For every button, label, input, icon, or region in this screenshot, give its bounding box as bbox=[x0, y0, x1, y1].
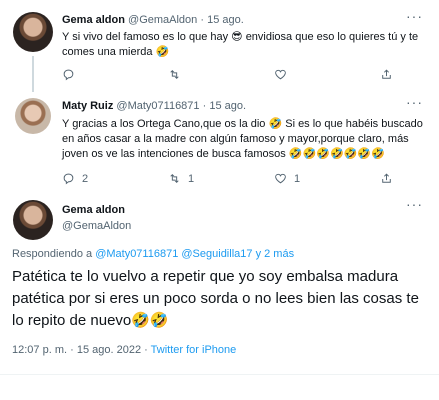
tweet-text-line: Y si vivo del famoso es lo que hay 😎 env… bbox=[62, 31, 419, 43]
tweet-header: Gema aldon @GemaAldon bbox=[62, 202, 131, 234]
author-name[interactable]: Gema aldon bbox=[62, 202, 131, 218]
tweet-text-line: en años casar a la madre con algún famos… bbox=[62, 133, 409, 145]
avatar[interactable] bbox=[13, 200, 53, 240]
reply-icon bbox=[63, 173, 74, 185]
retweet-icon bbox=[170, 174, 179, 183]
author-name[interactable]: Gema aldon bbox=[62, 14, 125, 26]
retweet-count: 1 bbox=[188, 172, 195, 185]
reply-button[interactable] bbox=[62, 68, 168, 81]
heart-icon bbox=[275, 173, 286, 184]
reply-icon bbox=[63, 69, 74, 81]
tweet-text: Y si vivo del famoso es lo que hay 😎 env… bbox=[62, 30, 418, 60]
separator: · bbox=[70, 344, 74, 356]
reply-button[interactable]: 2 bbox=[62, 172, 168, 185]
tweet-text-line: comes una mierda 🤣 bbox=[62, 46, 170, 58]
replying-prefix: Respondiendo a bbox=[12, 248, 93, 260]
tweet-header: Gema aldon @GemaAldon · 15 ago. bbox=[62, 14, 244, 26]
timestamp[interactable]: 15 ago. bbox=[209, 100, 246, 112]
timestamp[interactable]: 15 ago. bbox=[207, 14, 244, 26]
share-icon bbox=[382, 173, 391, 183]
replying-to: Respondiendo a @Maty07116871 @Seguidilla… bbox=[12, 248, 294, 260]
author-handle[interactable]: @GemaAldon bbox=[128, 14, 197, 26]
share-icon bbox=[382, 69, 391, 79]
divider bbox=[0, 374, 439, 375]
author-name[interactable]: Maty Ruiz bbox=[62, 100, 113, 112]
tweet-metadata: 12:07 p. m. · 15 ago. 2022 · Twitter for… bbox=[12, 344, 236, 356]
main-tweet: Gema aldon @GemaAldon ··· Respondiendo a… bbox=[0, 188, 439, 400]
reply-mention[interactable]: @Seguidilla17 bbox=[181, 248, 252, 260]
like-count: 1 bbox=[294, 172, 301, 185]
share-button[interactable] bbox=[380, 68, 393, 81]
meta-time[interactable]: 12:07 p. m. bbox=[12, 344, 67, 356]
separator: · bbox=[202, 100, 207, 112]
like-button[interactable] bbox=[274, 68, 380, 81]
meta-date[interactable]: 15 ago. 2022 bbox=[77, 344, 141, 356]
thread-connector bbox=[32, 56, 34, 92]
heart-icon bbox=[275, 69, 286, 80]
reply-count: 2 bbox=[82, 172, 89, 185]
tweet-text-line: joven os ve las intenciones de busca fam… bbox=[62, 148, 385, 160]
author-handle[interactable]: @Maty07116871 bbox=[116, 100, 199, 112]
more-icon[interactable]: ··· bbox=[406, 8, 423, 24]
action-bar bbox=[62, 68, 393, 81]
separator: · bbox=[144, 344, 148, 356]
avatar[interactable] bbox=[15, 98, 51, 134]
main-tweet-text: Patética te lo vuelvo a repetir que yo s… bbox=[12, 268, 419, 329]
separator: · bbox=[200, 14, 205, 26]
more-icon[interactable]: ··· bbox=[406, 94, 423, 110]
tweet-header: Maty Ruiz @Maty07116871 · 15 ago. bbox=[62, 100, 246, 112]
avatar[interactable] bbox=[13, 12, 53, 52]
retweet-icon bbox=[170, 70, 179, 79]
tweet-text: Y gracias a los Ortega Cano,que os la di… bbox=[62, 117, 423, 162]
tweet-maty[interactable]: Maty Ruiz @Maty07116871 · 15 ago. ··· Y … bbox=[0, 92, 439, 188]
reply-more-link[interactable]: y 2 más bbox=[256, 248, 295, 260]
retweet-button[interactable]: 1 bbox=[168, 172, 274, 185]
author-handle[interactable]: @GemaAldon bbox=[62, 218, 131, 234]
tweet-gema-1[interactable]: Gema aldon @GemaAldon · 15 ago. ··· Y si… bbox=[0, 0, 439, 92]
meta-source[interactable]: Twitter for iPhone bbox=[151, 344, 237, 356]
share-button[interactable] bbox=[380, 172, 393, 185]
like-button[interactable]: 1 bbox=[274, 172, 380, 185]
more-icon[interactable]: ··· bbox=[406, 196, 423, 212]
action-bar: 2 1 1 bbox=[62, 172, 393, 185]
reply-mention[interactable]: @Maty07116871 bbox=[95, 248, 178, 260]
tweet-text-line: Y gracias a los Ortega Cano,que os la di… bbox=[62, 118, 423, 130]
retweet-button[interactable] bbox=[168, 68, 274, 81]
